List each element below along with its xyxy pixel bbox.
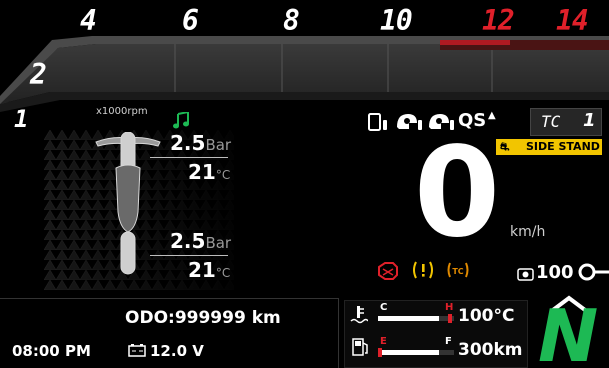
rpm-scale-label: x1000rpm <box>96 106 148 117</box>
rear-divider <box>150 255 228 256</box>
rear-pressure-value: 2.5 <box>170 229 206 253</box>
tc-label: TC <box>541 112 561 131</box>
front-temp-value: 21 <box>188 160 216 184</box>
rear-temp-value: 21 <box>188 258 216 282</box>
fuel-empty-mark: E <box>380 336 387 347</box>
rpm-mark-12: 12 <box>482 4 515 37</box>
rear-tire-temp: 21°C <box>188 258 230 282</box>
svg-text:TC: TC <box>452 267 463 276</box>
rear-pressure-unit: Bar <box>205 234 232 252</box>
fuel-pump-icon <box>352 338 368 356</box>
rpm-mark-10: 10 <box>380 4 413 37</box>
odometer: ODO:999999 km <box>125 308 281 328</box>
battery-icon <box>128 344 146 357</box>
rpm-mark-4: 4 <box>80 4 97 37</box>
key-icon <box>578 263 609 281</box>
front-pressure-unit: Bar <box>205 136 232 154</box>
coolant-bar-fill <box>378 316 439 321</box>
dashboard: 1 2 4 6 8 10 12 14 x1000rpm 2.5Bar 21°C … <box>0 0 609 368</box>
tire-pressure-warning-icon <box>413 261 433 279</box>
fuel-bar-fill <box>378 350 439 355</box>
coolant-high-mark: H <box>445 302 454 313</box>
front-divider <box>150 157 228 158</box>
rpm-mark-8: 8 <box>283 4 300 37</box>
fuel-full-mark: F <box>445 336 452 347</box>
rpm-mark-6: 6 <box>182 4 199 37</box>
front-pressure-value: 2.5 <box>170 131 206 155</box>
speed-value: 0 <box>413 121 501 265</box>
coolant-red-zone <box>448 314 452 323</box>
engine-warning-icon <box>378 262 398 280</box>
coolant-low-mark: C <box>380 302 388 313</box>
coolant-value: 100°C <box>458 306 515 326</box>
fuel-red-zone <box>378 348 382 357</box>
front-tire-pressure: 2.5Bar <box>170 131 231 155</box>
cruise-value: 100 <box>536 262 574 283</box>
speed-unit: km/h <box>510 224 546 240</box>
rear-tire-pressure: 2.5Bar <box>170 229 231 253</box>
rpm-mark-1: 1 <box>14 105 28 133</box>
front-tire-temp: 21°C <box>188 160 230 184</box>
traction-control-warning-icon: TC <box>447 262 469 278</box>
gear-indicator: N <box>538 294 599 368</box>
fuel-range: 300km <box>458 340 523 360</box>
bottom-divider <box>0 298 338 299</box>
coolant-bar <box>378 316 454 321</box>
quickshifter-up-icon: ▲ <box>488 110 496 121</box>
front-temp-unit: °C <box>215 168 231 182</box>
rpm-mark-2: 2 <box>30 58 47 91</box>
fuel-bar <box>378 350 454 355</box>
camera-icon <box>517 268 534 281</box>
clock-time: 08:00 PM <box>12 342 91 360</box>
coolant-temp-icon <box>350 306 368 324</box>
bottom-vertical-divider <box>338 298 339 368</box>
rpm-mark-14: 14 <box>556 4 589 37</box>
music-icon <box>173 112 189 129</box>
phone-connected-icon <box>368 113 387 131</box>
traction-control-box: TC 1 <box>530 108 602 136</box>
side-stand-label: SIDE STAND <box>526 140 600 153</box>
motorcycle-icon <box>95 132 161 275</box>
rear-temp-unit: °C <box>215 266 231 280</box>
battery-voltage: 12.0 V <box>150 342 204 360</box>
tc-level: 1 <box>583 110 596 131</box>
